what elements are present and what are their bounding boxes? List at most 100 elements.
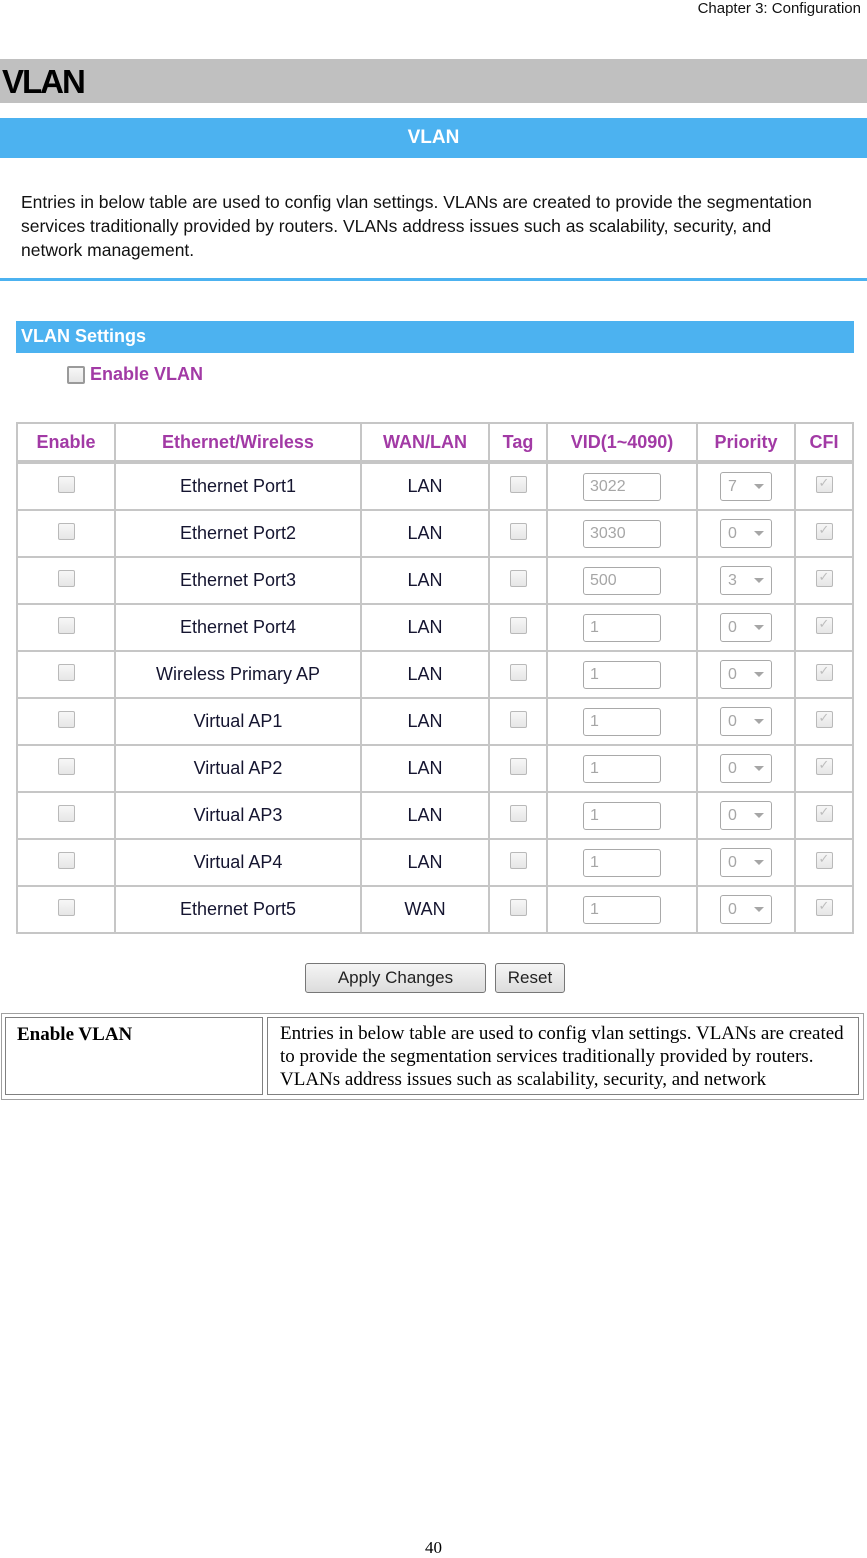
enable-vlan-checkbox[interactable] — [67, 365, 85, 384]
row-enable-checkbox[interactable] — [57, 710, 75, 728]
row-cfi-checkbox[interactable] — [815, 569, 833, 587]
page-title-bar: VLAN — [0, 118, 867, 158]
row-enable-checkbox[interactable] — [57, 616, 75, 634]
description-table: Enable VLAN Entries in below table are u… — [1, 1013, 864, 1100]
priority-cell: 0 — [698, 887, 796, 934]
row-enable-checkbox[interactable] — [57, 804, 75, 822]
vid-input[interactable] — [583, 754, 661, 783]
row-tag-checkbox[interactable] — [509, 898, 527, 916]
row-cfi-checkbox[interactable] — [815, 851, 833, 869]
wan-lan-value: LAN — [362, 699, 490, 746]
dropdown-arrow-icon — [754, 860, 764, 865]
priority-select[interactable]: 0 — [720, 613, 772, 642]
row-enable-checkbox[interactable] — [57, 663, 75, 681]
tag-cell — [490, 652, 548, 699]
row-enable-checkbox[interactable] — [57, 757, 75, 775]
row-tag-checkbox[interactable] — [509, 663, 527, 681]
vid-input[interactable] — [583, 566, 661, 595]
vlan-table-row: Ethernet Port4LAN 0 — [16, 605, 854, 652]
priority-cell: 7 — [698, 462, 796, 511]
vlan-table-row: Virtual AP2LAN 0 — [16, 746, 854, 793]
wan-lan-value: LAN — [362, 652, 490, 699]
priority-select[interactable]: 0 — [720, 519, 772, 548]
row-tag-checkbox[interactable] — [509, 710, 527, 728]
row-tag-checkbox[interactable] — [509, 522, 527, 540]
cfi-cell — [796, 652, 854, 699]
row-tag-checkbox[interactable] — [509, 616, 527, 634]
chapter-header: Chapter 3: Configuration — [697, 0, 861, 17]
col-priority: Priority — [698, 422, 796, 462]
row-tag-checkbox[interactable] — [509, 757, 527, 775]
row-cfi-checkbox[interactable] — [815, 616, 833, 634]
interface-name: Ethernet Port2 — [116, 511, 362, 558]
row-enable-checkbox[interactable] — [57, 569, 75, 587]
row-tag-checkbox[interactable] — [509, 804, 527, 822]
vid-input[interactable] — [583, 472, 661, 501]
dropdown-arrow-icon — [754, 672, 764, 677]
vid-cell — [548, 699, 698, 746]
apply-changes-button[interactable]: Apply Changes — [305, 963, 486, 993]
enable-cell — [16, 652, 116, 699]
row-cfi-checkbox[interactable] — [815, 757, 833, 775]
cfi-cell — [796, 605, 854, 652]
row-enable-checkbox[interactable] — [57, 851, 75, 869]
row-enable-checkbox[interactable] — [57, 475, 75, 493]
vid-input[interactable] — [583, 707, 661, 736]
vid-input[interactable] — [583, 848, 661, 877]
row-cfi-checkbox[interactable] — [815, 663, 833, 681]
row-tag-checkbox[interactable] — [509, 569, 527, 587]
priority-select[interactable]: 0 — [720, 660, 772, 689]
tag-cell — [490, 793, 548, 840]
vid-input[interactable] — [583, 660, 661, 689]
dropdown-arrow-icon — [754, 719, 764, 724]
wan-lan-value: LAN — [362, 605, 490, 652]
row-cfi-checkbox[interactable] — [815, 804, 833, 822]
priority-select[interactable]: 0 — [720, 801, 772, 830]
vlan-table-header: Enable Ethernet/Wireless WAN/LAN Tag VID… — [16, 422, 854, 462]
row-enable-checkbox[interactable] — [57, 898, 75, 916]
interface-name: Ethernet Port5 — [116, 887, 362, 934]
vid-cell — [548, 511, 698, 558]
priority-select[interactable]: 0 — [720, 754, 772, 783]
priority-value: 0 — [728, 618, 737, 636]
vlan-table-row: Wireless Primary APLAN 0 — [16, 652, 854, 699]
vlan-table-row: Virtual AP4LAN 0 — [16, 840, 854, 887]
priority-select[interactable]: 0 — [720, 895, 772, 924]
vid-cell — [548, 793, 698, 840]
vid-cell — [548, 558, 698, 605]
row-enable-checkbox[interactable] — [57, 522, 75, 540]
vid-cell — [548, 605, 698, 652]
vid-input[interactable] — [583, 519, 661, 548]
row-cfi-checkbox[interactable] — [815, 522, 833, 540]
row-tag-checkbox[interactable] — [509, 851, 527, 869]
priority-select[interactable]: 0 — [720, 848, 772, 877]
vlan-screenshot: VLAN Entries in below table are used to … — [0, 118, 867, 998]
cfi-cell — [796, 511, 854, 558]
interface-name: Ethernet Port1 — [116, 462, 362, 511]
priority-select[interactable]: 7 — [720, 472, 772, 501]
row-cfi-checkbox[interactable] — [815, 475, 833, 493]
priority-cell: 0 — [698, 605, 796, 652]
intro-text: Entries in below table are used to confi… — [21, 192, 812, 260]
interface-name: Virtual AP1 — [116, 699, 362, 746]
vid-input[interactable] — [583, 801, 661, 830]
vlan-table-row: Virtual AP1LAN 0 — [16, 699, 854, 746]
wan-lan-value: LAN — [362, 511, 490, 558]
enable-vlan-row: Enable VLAN — [67, 364, 203, 385]
reset-button[interactable]: Reset — [495, 963, 565, 993]
form-buttons: Apply Changes Reset — [305, 963, 565, 993]
cfi-cell — [796, 558, 854, 605]
priority-select[interactable]: 3 — [720, 566, 772, 595]
vid-input[interactable] — [583, 613, 661, 642]
row-tag-checkbox[interactable] — [509, 475, 527, 493]
row-cfi-checkbox[interactable] — [815, 898, 833, 916]
dropdown-arrow-icon — [754, 766, 764, 771]
description-text: Entries in below table are used to confi… — [280, 1023, 844, 1094]
priority-select[interactable]: 0 — [720, 707, 772, 736]
wan-lan-value: LAN — [362, 840, 490, 887]
row-cfi-checkbox[interactable] — [815, 710, 833, 728]
cfi-cell — [796, 840, 854, 887]
vlan-table-row: Ethernet Port1LAN 7 — [16, 462, 854, 511]
cfi-cell — [796, 793, 854, 840]
vid-input[interactable] — [583, 895, 661, 924]
